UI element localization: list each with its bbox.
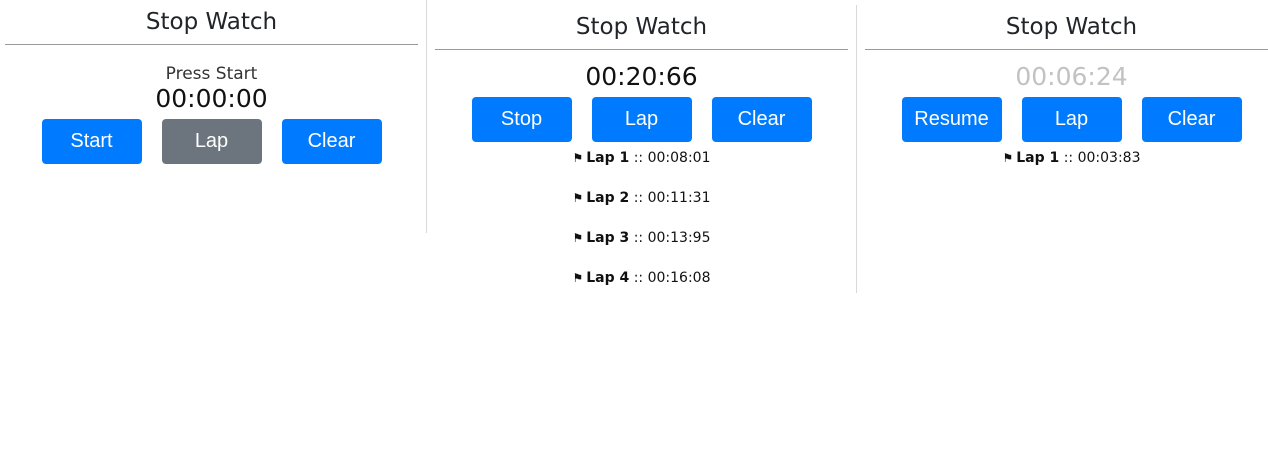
flag-icon: ⚑ — [572, 151, 584, 165]
stop-button[interactable]: Stop — [471, 97, 572, 142]
panel-title: Stop Watch — [1005, 14, 1138, 40]
lap-item: ⚑ Lap 1 :: 00:03:83 — [865, 150, 1268, 166]
lap-label: Lap 2 — [586, 190, 630, 206]
lap-item: ⚑ Lap 4 :: 00:16:08 — [435, 270, 848, 286]
lap-time: 00:03:83 — [1077, 150, 1141, 166]
lap-separator: :: — [1063, 150, 1074, 166]
time-display: 00:20:66 — [585, 62, 698, 91]
lap-label: Lap 1 — [1016, 150, 1060, 166]
lap-item: ⚑ Lap 3 :: 00:13:95 — [435, 230, 848, 246]
panel-divider — [426, 0, 427, 233]
title-divider — [5, 44, 418, 45]
flag-icon: ⚑ — [572, 191, 584, 205]
lap-time: 00:08:01 — [647, 150, 711, 166]
panel-title: Stop Watch — [145, 9, 278, 35]
lap-list: ⚑ Lap 1 :: 00:03:83 — [865, 150, 1268, 166]
stopwatch-demo: Stop Watch Press Start 00:00:00 Start La… — [0, 0, 1268, 460]
lap-separator: :: — [633, 190, 644, 206]
clear-button[interactable]: Clear — [1141, 97, 1242, 142]
lap-time: 00:13:95 — [647, 230, 711, 246]
lap-time: 00:11:31 — [647, 190, 711, 206]
lap-list: ⚑ Lap 1 :: 00:08:01 ⚑ Lap 2 :: 00:11:31 ⚑ L… — [435, 150, 848, 286]
button-row: Stop Lap Clear — [435, 97, 848, 142]
lap-item: ⚑ Lap 2 :: 00:11:31 — [435, 190, 848, 206]
stopwatch-panel-running: Stop Watch 00:20:66 Stop Lap Clear ⚑ Lap … — [435, 5, 848, 310]
title-divider — [865, 49, 1268, 50]
start-button[interactable]: Start — [41, 119, 142, 164]
lap-item: ⚑ Lap 1 :: 00:08:01 — [435, 150, 848, 166]
lap-separator: :: — [633, 270, 644, 286]
panel-title: Stop Watch — [575, 14, 708, 40]
flag-icon: ⚑ — [572, 271, 584, 285]
lap-separator: :: — [633, 150, 644, 166]
lap-time: 00:16:08 — [647, 270, 711, 286]
panel-divider — [856, 5, 857, 293]
lap-label: Lap 3 — [586, 230, 630, 246]
lap-button[interactable]: Lap — [1021, 97, 1122, 142]
lap-button[interactable]: Lap — [591, 97, 692, 142]
button-row: Start Lap Clear — [5, 119, 418, 164]
clear-button[interactable]: Clear — [711, 97, 812, 142]
stopwatch-panel-paused: Stop Watch 00:06:24 Resume Lap Clear ⚑ La… — [865, 5, 1268, 190]
resume-button[interactable]: Resume — [901, 97, 1002, 142]
status-hint: Press Start — [165, 64, 258, 84]
flag-icon: ⚑ — [1002, 151, 1014, 165]
lap-separator: :: — [633, 230, 644, 246]
lap-label: Lap 1 — [586, 150, 630, 166]
lap-label: Lap 4 — [586, 270, 630, 286]
flag-icon: ⚑ — [572, 231, 584, 245]
clear-button[interactable]: Clear — [281, 119, 382, 164]
time-display: 00:00:00 — [155, 84, 268, 113]
stopwatch-panel-idle: Stop Watch Press Start 00:00:00 Start La… — [5, 0, 418, 164]
button-row: Resume Lap Clear — [865, 97, 1268, 142]
time-display: 00:06:24 — [1015, 62, 1128, 91]
lap-button[interactable]: Lap — [161, 119, 262, 164]
title-divider — [435, 49, 848, 50]
